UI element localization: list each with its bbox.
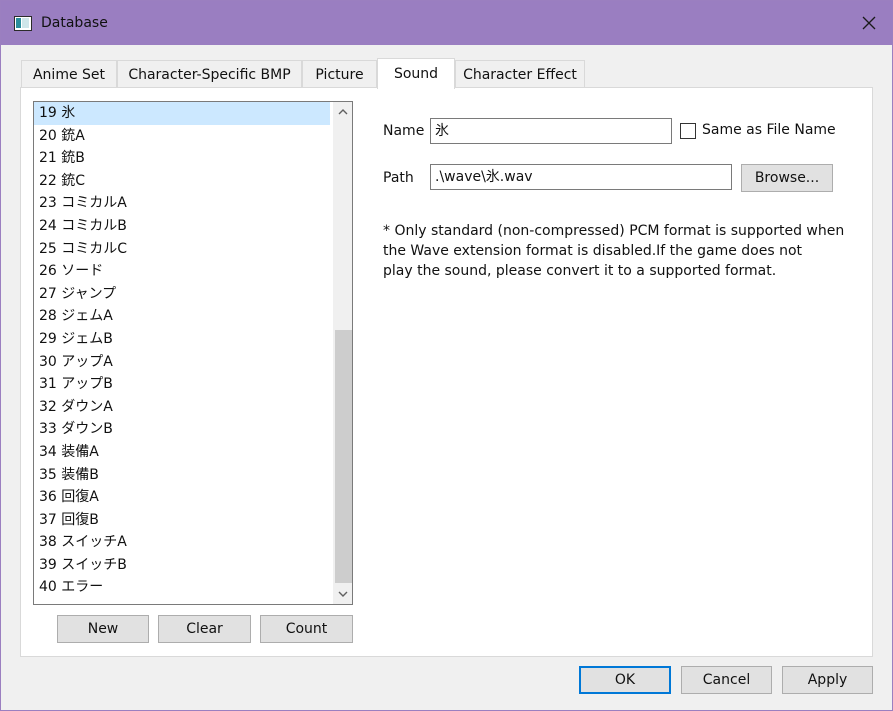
browse-button[interactable]: Browse...	[741, 164, 833, 192]
list-item[interactable]: 30 アップA	[34, 351, 330, 374]
tab-anime-set[interactable]: Anime Set	[21, 60, 117, 88]
same-as-file-name-checkbox[interactable]	[680, 123, 696, 139]
list-item[interactable]: 26 ソード	[34, 260, 330, 283]
list-item[interactable]: 23 コミカルA	[34, 192, 330, 215]
same-as-file-name-label: Same as File Name	[702, 122, 836, 138]
list-item[interactable]: 37 回復B	[34, 509, 330, 532]
list-item[interactable]: 27 ジャンプ	[34, 283, 330, 306]
sound-list-items: 19 氷 20 銃A 21 銃B 22 銃C 23 コミカルA 24 コミカルB 25 コミ…	[34, 102, 330, 599]
list-item[interactable]: 21 銃B	[34, 147, 330, 170]
tab-picture[interactable]: Picture	[302, 60, 377, 88]
scroll-thumb[interactable]	[335, 330, 352, 583]
list-item[interactable]: 33 ダウンB	[34, 418, 330, 441]
path-field[interactable]: .\wave\氷.wav	[430, 164, 732, 190]
ok-button[interactable]: OK	[579, 666, 671, 694]
list-item[interactable]: 19 氷	[34, 102, 330, 125]
database-window: Database Anime Set Character-Specific BM…	[0, 0, 893, 711]
list-item[interactable]: 22 銃C	[34, 170, 330, 193]
list-item[interactable]: 31 アップB	[34, 373, 330, 396]
chevron-down-icon	[338, 591, 347, 597]
list-scrollbar[interactable]	[333, 102, 352, 604]
list-item[interactable]: 39 スイッチB	[34, 554, 330, 577]
scroll-down-button[interactable]	[333, 585, 352, 604]
list-item[interactable]: 24 コミカルB	[34, 215, 330, 238]
note-line: play the sound, please convert it to a s…	[383, 263, 777, 279]
chevron-up-icon	[338, 109, 347, 115]
list-item[interactable]: 29 ジェムB	[34, 328, 330, 351]
list-item[interactable]: 38 スイッチA	[34, 531, 330, 554]
name-label: Name	[383, 123, 425, 139]
database-app-icon	[14, 16, 32, 31]
format-note: * Only standard (non-compressed) PCM for…	[383, 221, 845, 281]
new-button[interactable]: New	[57, 615, 149, 643]
cancel-button[interactable]: Cancel	[681, 666, 772, 694]
list-item[interactable]: 32 ダウンA	[34, 396, 330, 419]
list-item[interactable]: 36 回復A	[34, 486, 330, 509]
clear-button[interactable]: Clear	[158, 615, 251, 643]
close-button[interactable]	[846, 1, 892, 45]
window-title: Database	[41, 15, 108, 31]
list-item[interactable]: 34 装備A	[34, 441, 330, 464]
note-line: the Wave extension format is disabled.If…	[383, 243, 803, 259]
scroll-up-button[interactable]	[333, 102, 352, 121]
tab-sound[interactable]: Sound	[377, 58, 455, 89]
name-field[interactable]: 氷	[430, 118, 672, 144]
list-item[interactable]: 25 コミカルC	[34, 238, 330, 261]
note-line: * Only standard (non-compressed) PCM for…	[383, 223, 845, 239]
list-item[interactable]: 40 エラー	[34, 576, 330, 599]
tab-character-specific-bmp[interactable]: Character-Specific BMP	[117, 60, 302, 88]
list-item[interactable]: 35 装備B	[34, 464, 330, 487]
path-label: Path	[383, 170, 414, 186]
sound-tab-panel: 19 氷 20 銃A 21 銃B 22 銃C 23 コミカルA 24 コミカルB 25 コミ…	[20, 87, 873, 657]
list-item[interactable]: 28 ジェムA	[34, 305, 330, 328]
tab-character-effect[interactable]: Character Effect	[455, 60, 585, 88]
count-button[interactable]: Count	[260, 615, 353, 643]
title-bar[interactable]: Database	[1, 1, 892, 45]
apply-button[interactable]: Apply	[782, 666, 873, 694]
sound-list[interactable]: 19 氷 20 銃A 21 銃B 22 銃C 23 コミカルA 24 コミカルB 25 コミ…	[33, 101, 353, 605]
list-item[interactable]: 20 銃A	[34, 125, 330, 148]
close-icon	[862, 16, 876, 30]
